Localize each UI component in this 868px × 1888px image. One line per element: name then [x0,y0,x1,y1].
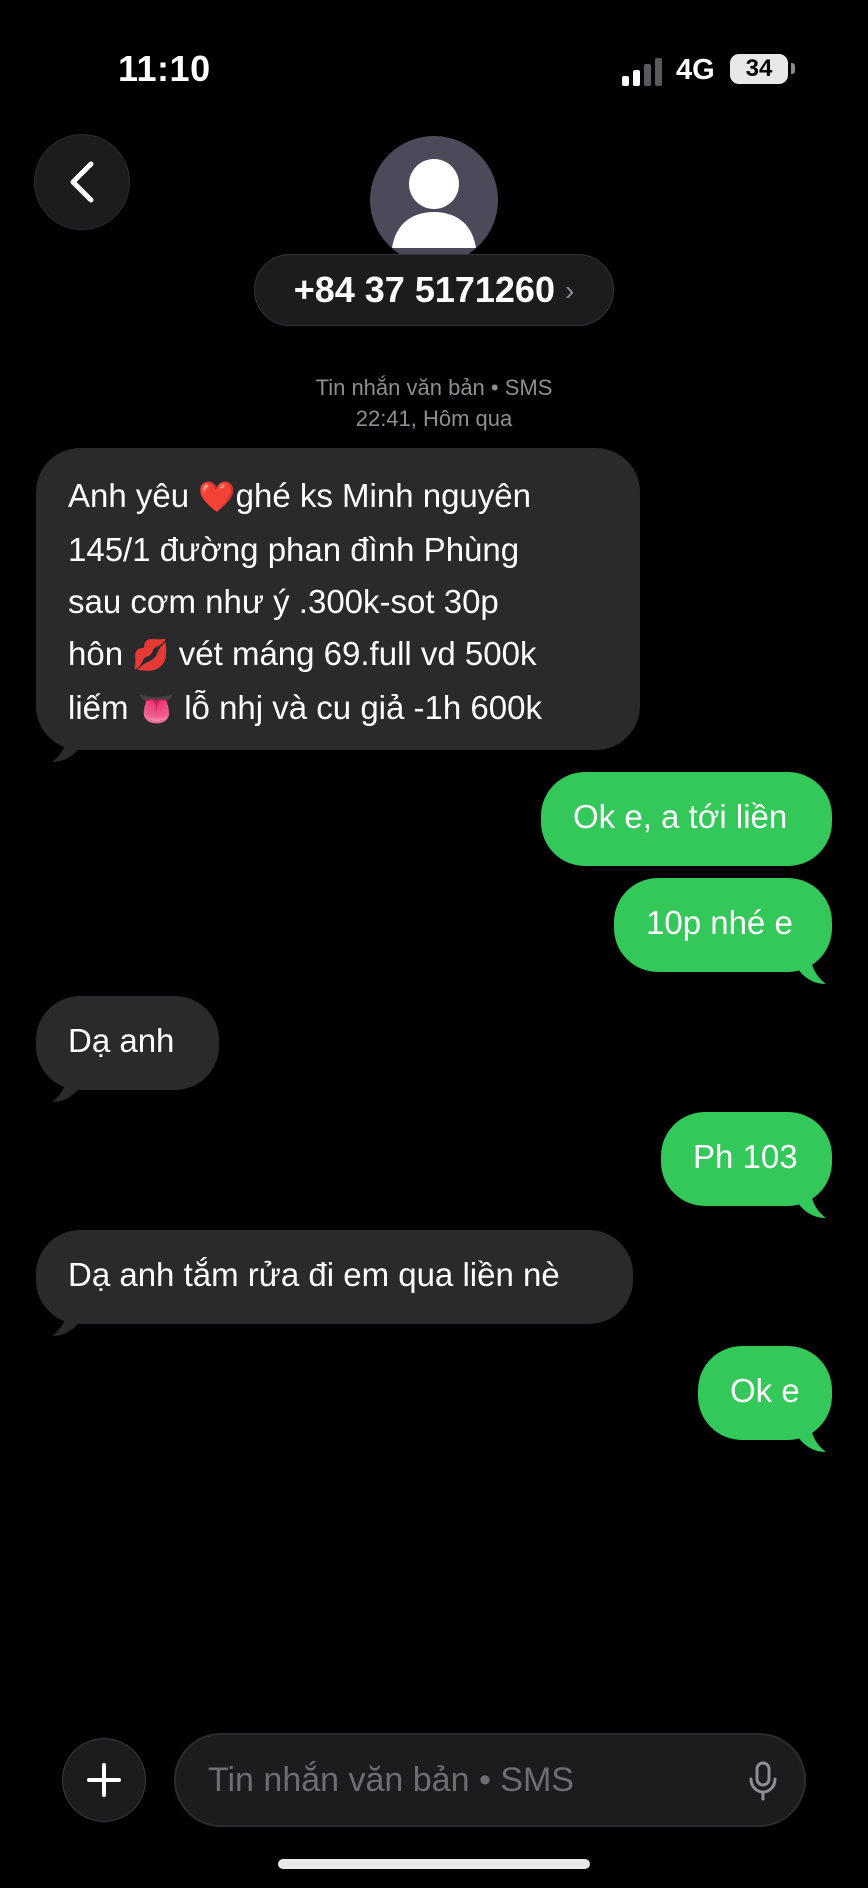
bubble-tail [52,1068,82,1102]
message-line: Anh yêu ❤️ghé ks Minh nguyên [68,470,602,524]
message-bubble-outgoing[interactable]: Ok e, a tới liền [541,772,832,866]
message-bubble-incoming[interactable]: Anh yêu ❤️ghé ks Minh nguyên 145/1 đường… [36,448,640,750]
microphone-icon[interactable] [748,1761,778,1801]
message-text: liếm [68,689,138,726]
message-text: Anh yêu [68,477,199,514]
back-button[interactable] [34,134,130,230]
message-text: lỗ nhj và cu giả -1h 600k [175,689,542,726]
message-line: liếm 👅 lỗ nhj và cu giả -1h 600k [68,682,602,736]
message-input[interactable] [208,1735,728,1825]
heart-emoji: ❤️ [198,481,236,514]
contact-name-button[interactable]: +84 37 5171260 › [254,254,614,326]
message-line: sau cơm như ý .300k-sot 30p [68,576,602,628]
contact-number: +84 37 5171260 [293,269,555,310]
person-icon [392,159,476,248]
bubble-tail [796,1418,826,1452]
message-text: Dạ anh tắm rửa đi em qua liền nè [68,1256,560,1293]
add-attachment-button[interactable] [62,1738,146,1822]
chevron-left-icon [70,161,94,203]
battery-level: 34 [745,55,773,82]
message-text: Ph 103 [693,1138,798,1175]
thread-type-label: Tin nhắn văn bản • SMS [315,375,553,400]
message-text: Ok e, a tới liền [573,798,788,835]
chevron-right-icon: › [564,275,575,306]
message-line: 145/1 đường phan đình Phùng [68,524,602,576]
message-text: Ok e [730,1372,800,1409]
message-text: 10p nhé e [646,904,793,941]
contact-avatar[interactable] [370,136,498,264]
message-text: 145/1 đường phan đình Phùng [68,531,520,568]
status-time: 11:10 [118,48,211,89]
bubble-tail [796,950,826,984]
thread-timestamp: 22:41, Hôm qua [355,406,513,431]
tongue-emoji: 👅 [137,693,176,726]
message-line: hôn 💋 vét máng 69.full vd 500k [68,628,602,682]
message-text: sau cơm như ý .300k-sot 30p [68,583,499,620]
message-text: hôn [68,635,133,672]
network-type: 4G [676,54,715,86]
message-composer[interactable] [174,1733,806,1827]
plus-icon [87,1763,121,1797]
message-text: vét máng 69.full vd 500k [169,635,537,672]
battery-icon: 34 [730,54,788,84]
bubble-tail [796,1184,826,1218]
cellular-signal-icon [622,58,662,86]
kiss-emoji: 💋 [132,639,170,672]
message-bubble-incoming[interactable]: Dạ anh tắm rửa đi em qua liền nè [36,1230,633,1324]
message-text: ghé ks Minh nguyên [235,477,531,514]
bubble-tail [52,1302,82,1336]
message-text: Dạ anh [68,1022,175,1059]
bubble-tail [52,728,82,762]
home-indicator[interactable] [278,1859,590,1869]
battery-cap [791,63,795,74]
